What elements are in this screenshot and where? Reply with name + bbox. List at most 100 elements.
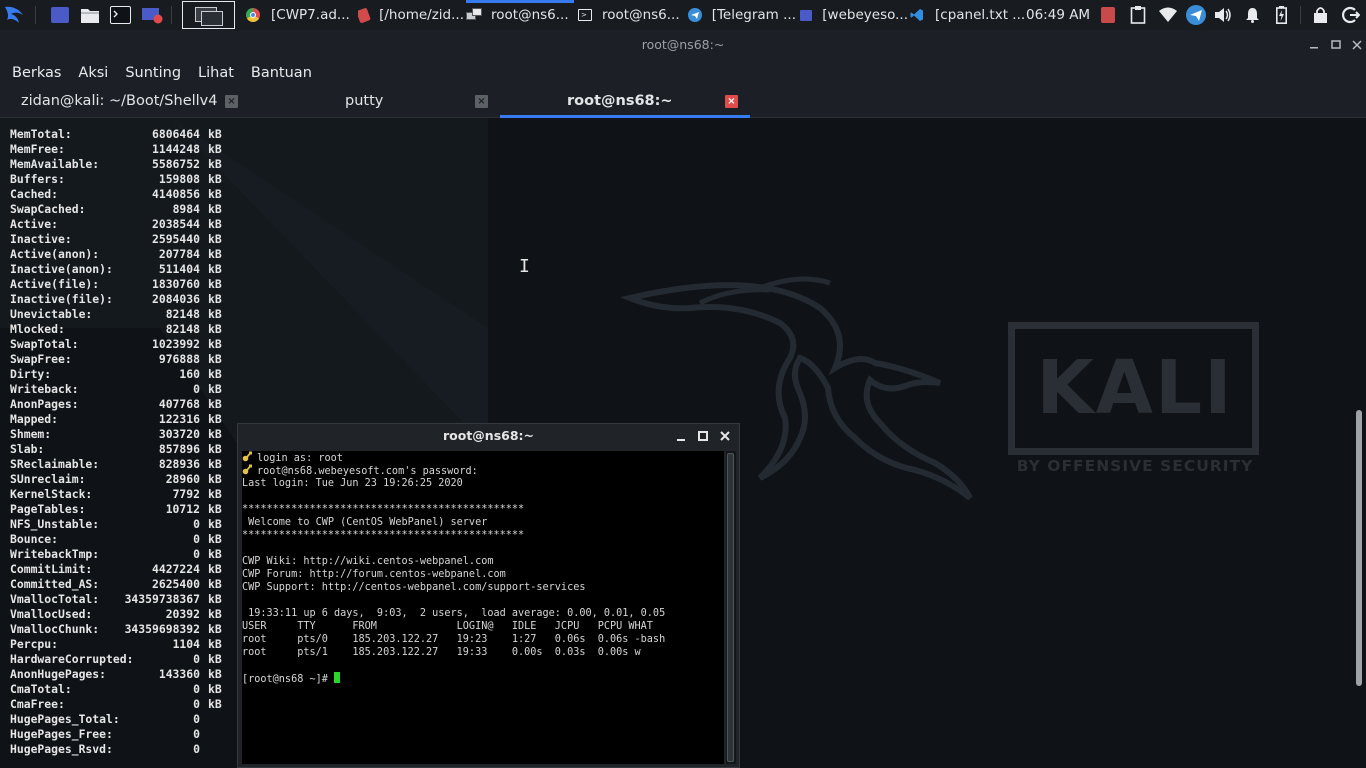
logout-icon[interactable] [1340, 5, 1361, 25]
putty-scrollbar[interactable] [726, 451, 736, 764]
lock-icon[interactable] [1313, 6, 1328, 23]
task-folder[interactable]: [webeyeso... [800, 0, 908, 30]
key-icon [242, 464, 253, 475]
putty-line-text: ****************************************… [242, 504, 525, 515]
meminfo-unit: kB [208, 697, 222, 711]
meminfo-unit: kB [208, 382, 222, 396]
workspace-switcher[interactable] [182, 1, 235, 29]
meminfo-key: SUnreclaim: [10, 472, 86, 486]
vscode-icon [910, 8, 924, 22]
menu-lihat[interactable]: Lihat [198, 65, 234, 81]
volume-icon[interactable] [1214, 7, 1232, 23]
task-terminal[interactable]: > root@ns6... [578, 0, 684, 30]
meminfo-key: MemFree: [10, 142, 65, 156]
maximize-button[interactable] [1327, 36, 1345, 54]
meminfo-unit: kB [208, 352, 222, 366]
tab-putty[interactable]: putty × [250, 86, 500, 118]
meminfo-row: Committed_AS: 2625400 kB [10, 577, 222, 592]
putty-window[interactable]: root@ns68:~ login as: root root@ns68.webe… [237, 423, 740, 768]
tab-close-icon[interactable]: × [725, 95, 738, 108]
menu-berkas[interactable]: Berkas [12, 65, 61, 81]
tab-close-icon[interactable]: × [225, 95, 238, 108]
putty-close-button[interactable] [718, 428, 732, 444]
task-chrome[interactable]: [CWP7.ad... [246, 0, 354, 30]
show-desktop-icon[interactable] [51, 7, 69, 23]
meminfo-unit: kB [208, 412, 222, 426]
meminfo-row: CmaTotal: 0 kB [10, 682, 222, 697]
meminfo-unit: kB [208, 607, 222, 621]
meminfo-value: 857896 [158, 442, 200, 456]
task-putty[interactable]: root@ns6... [466, 0, 572, 30]
meminfo-value: 143360 [158, 667, 200, 681]
meminfo-key: VmallocChunk: [10, 622, 100, 636]
menu-sunting[interactable]: Sunting [125, 65, 181, 81]
meminfo-row: Unevictable: 82148 kB [10, 307, 222, 322]
putty-line-text: CWP Forum: http://forum.centos-webpanel.… [242, 569, 506, 580]
telegram-icon [688, 8, 702, 22]
meminfo-unit: kB [208, 577, 222, 591]
task-telegram[interactable]: [Telegram ... [688, 0, 796, 30]
meminfo-key: Slab: [10, 442, 45, 456]
clipboard-icon[interactable] [1130, 5, 1146, 24]
putty-line: 19:33:11 up 6 days, 9:03, 2 users, load … [242, 607, 665, 620]
notifications-icon[interactable] [1245, 7, 1260, 23]
meminfo-key: Unevictable: [10, 307, 93, 321]
battery-icon[interactable] [1276, 6, 1287, 24]
minimize-button[interactable] [1305, 36, 1323, 54]
putty-line: Welcome to CWP (CentOS WebPanel) server [242, 516, 665, 529]
meminfo-value: 2038544 [151, 217, 200, 231]
meminfo-value: 1830760 [151, 277, 200, 291]
meminfo-unit: kB [208, 562, 222, 576]
putty-maximize-button[interactable] [696, 428, 710, 444]
task-vscode[interactable]: [cpanel.txt ... [910, 0, 1024, 30]
meminfo-row: SUnreclaim: 28960 kB [10, 472, 222, 487]
tab-root-ns68[interactable]: root@ns68:~ × [500, 86, 750, 118]
screen-recorder-icon[interactable] [141, 6, 163, 24]
terminal-launcher-icon[interactable] [110, 6, 131, 24]
meminfo-unit: kB [208, 502, 222, 516]
meminfo-value: 1023992 [151, 337, 200, 351]
putty-line: ****************************************… [242, 503, 665, 516]
putty-icon [466, 8, 482, 22]
meminfo-value: 5586752 [151, 157, 200, 171]
meminfo-unit: kB [208, 232, 222, 246]
wifi-icon[interactable] [1159, 7, 1177, 22]
meminfo-value: 0 [193, 712, 200, 726]
meminfo-value: 0 [193, 697, 200, 711]
menu-bantuan[interactable]: Bantuan [251, 65, 312, 81]
kali-menu-icon[interactable] [2, 3, 28, 27]
task-label: root@ns6... [491, 7, 569, 23]
putty-line: USER TTY FROM LOGIN@ IDLE JCPU PCPU WHAT [242, 620, 665, 633]
meminfo-key: VmallocUsed: [10, 607, 93, 621]
tab-zidan-shellv4[interactable]: zidan@kali: ~/Boot/Shellv4 × [0, 86, 250, 118]
close-button[interactable] [1348, 36, 1366, 54]
menu-aksi[interactable]: Aksi [78, 65, 108, 81]
clock[interactable]: 06:49 AM [1026, 0, 1096, 30]
meminfo-row: HugePages_Rsvd: 0 [10, 742, 222, 757]
meminfo-unit: kB [208, 217, 222, 231]
tab-close-icon[interactable]: × [475, 95, 488, 108]
task-file-manager[interactable]: [/home/zid... [358, 0, 464, 30]
putty-terminal-screen[interactable]: login as: root root@ns68.webeyesoft.com's… [242, 451, 724, 764]
meminfo-value: 34359738367 [124, 592, 200, 606]
meminfo-unit: kB [208, 532, 222, 546]
putty-scrollbar-thumb[interactable] [727, 453, 734, 762]
kali-logo-text: KALI [1036, 345, 1234, 431]
meminfo-value: 407768 [158, 397, 200, 411]
meminfo-row: HugePages_Free: 0 [10, 727, 222, 742]
meminfo-unit: kB [208, 397, 222, 411]
files-icon[interactable] [80, 6, 100, 24]
top-panel: [CWP7.ad... [/home/zid... root@ns6... > … [0, 0, 1366, 30]
key-icon [242, 451, 253, 462]
meminfo-unit: kB [208, 622, 222, 636]
app-tray-icon[interactable] [1101, 7, 1115, 23]
telegram-tray-icon[interactable] [1186, 5, 1206, 25]
putty-minimize-button[interactable] [674, 428, 688, 444]
meminfo-key: SReclaimable: [10, 457, 100, 471]
meminfo-unit: kB [208, 427, 222, 441]
meminfo-key: VmallocTotal: [10, 592, 100, 606]
terminal-scrollbar[interactable] [1356, 410, 1362, 686]
meminfo-unit: kB [208, 172, 222, 186]
putty-line [242, 490, 665, 503]
tab-label: root@ns68:~ [567, 93, 673, 109]
